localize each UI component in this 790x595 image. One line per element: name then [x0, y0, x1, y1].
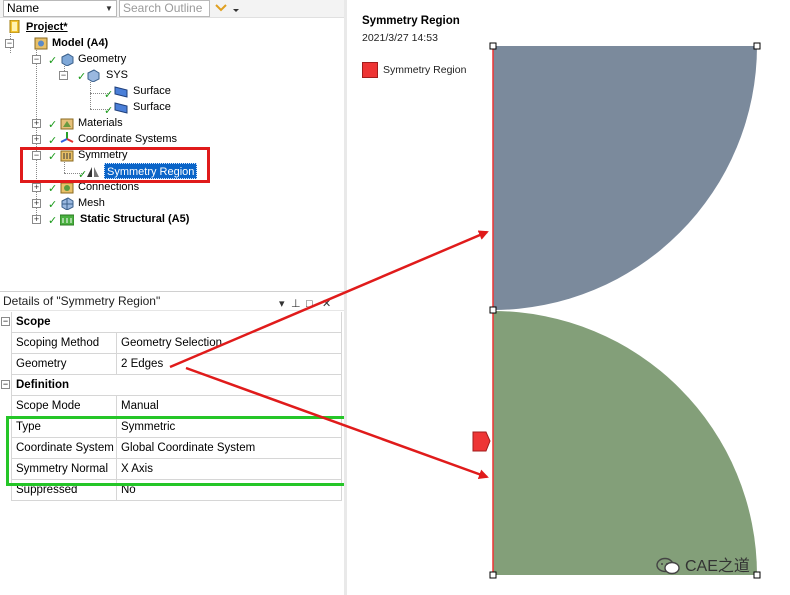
graphics-viewport[interactable]: Symmetry Region 2021/3/27 14:53 Symmetry… [347, 0, 790, 595]
expand-icon[interactable]: + [32, 215, 41, 224]
outline-toolbar: Name ▼ Search Outline [0, 0, 344, 18]
expand-icon[interactable]: + [32, 119, 41, 128]
check-icon: ✓ [48, 215, 58, 227]
tree-node-mesh[interactable]: + ✓ Mesh [0, 195, 344, 211]
geometry-icon [61, 53, 74, 66]
tree-node-sys[interactable]: − ✓ SYS [0, 67, 344, 83]
name-filter-combo[interactable]: Name ▼ [3, 0, 117, 17]
highlight-box-green [6, 416, 347, 486]
tree-label: Geometry [78, 53, 127, 65]
property-label: Geometry [11, 354, 117, 375]
filter-dropdown-button[interactable] [213, 0, 243, 17]
watermark: CAE之道 [655, 552, 750, 576]
tree-label: Materials [78, 117, 123, 129]
property-value[interactable]: 2 Edges [117, 354, 342, 375]
name-filter-label: Name [7, 1, 40, 15]
tree-node-model[interactable]: − Model (A4) [0, 35, 344, 51]
chevron-down-icon: ▼ [105, 4, 113, 13]
vertex-handle[interactable] [489, 571, 497, 579]
static-structural-icon [60, 214, 74, 226]
model-view [472, 42, 761, 579]
tree-node-static-structural[interactable]: + ✓ Static Structural (A5) [0, 211, 344, 227]
property-label: Scoping Method [11, 333, 117, 354]
details-row-geometry[interactable]: Geometry 2 Edges [0, 354, 342, 375]
highlight-box-red [20, 147, 210, 183]
part-icon [87, 69, 100, 82]
details-title: Details of "Symmetry Region" [3, 294, 161, 308]
tree-node-surface-1[interactable]: ✓ Surface [0, 83, 344, 101]
tree-label: SYS [106, 69, 129, 81]
details-row-scope-mode[interactable]: Scope Mode Manual [0, 396, 342, 417]
tree-label: Mesh [78, 197, 105, 209]
property-value[interactable]: Manual [117, 396, 342, 417]
tree-node-project[interactable]: Project* [0, 19, 344, 35]
expand-icon[interactable]: + [32, 183, 41, 192]
collapse-icon[interactable]: − [1, 380, 10, 389]
materials-icon [60, 118, 74, 130]
model-icon [34, 37, 48, 50]
collapse-icon[interactable]: − [59, 71, 68, 80]
collapse-icon[interactable]: − [32, 55, 41, 64]
tree-node-coordinate-systems[interactable]: + ✓ Coordinate Systems [0, 131, 344, 147]
collapse-icon[interactable]: − [1, 317, 10, 326]
expand-icon[interactable]: + [32, 199, 41, 208]
vertex-handle[interactable] [753, 571, 761, 579]
expand-icon[interactable]: + [32, 135, 41, 144]
outline-panel: Name ▼ Search Outline Project* − Model (… [0, 0, 347, 595]
tree-node-geometry[interactable]: − ✓ Geometry [0, 51, 344, 67]
tree-label: Project* [26, 21, 68, 33]
vertex-handle[interactable] [489, 306, 497, 314]
surface-icon [114, 86, 128, 98]
collapse-icon[interactable]: − [5, 39, 14, 48]
search-placeholder: Search Outline [123, 1, 203, 15]
lower-body[interactable] [493, 311, 757, 575]
filter-chevron-icon [215, 4, 239, 12]
category-definition[interactable]: − Definition [0, 375, 342, 396]
tree-label: Surface [133, 101, 171, 113]
wechat-icon [656, 557, 680, 575]
category-label: Definition [11, 375, 342, 396]
tree-node-materials[interactable]: + ✓ Materials [0, 115, 344, 131]
tree-node-surface-2[interactable]: ✓ Surface [0, 99, 344, 117]
property-value[interactable]: Geometry Selection [117, 333, 342, 354]
coordinate-systems-icon [60, 132, 74, 143]
watermark-text: CAE之道 [685, 558, 750, 575]
details-row-scoping-method[interactable]: Scoping Method Geometry Selection [0, 333, 342, 354]
vertex-handle[interactable] [489, 42, 497, 50]
vertex-handle[interactable] [753, 42, 761, 50]
tree-label: Model (A4) [52, 37, 109, 49]
tree-label: Coordinate Systems [78, 133, 178, 145]
search-outline-input[interactable]: Search Outline [119, 0, 210, 17]
category-label: Scope [11, 312, 342, 333]
tree-label: Static Structural (A5) [80, 213, 190, 225]
property-label: Scope Mode [11, 396, 117, 417]
upper-body[interactable] [493, 46, 757, 310]
surface-icon [114, 102, 128, 114]
project-icon [9, 20, 20, 33]
tree-label: Surface [133, 85, 171, 97]
category-scope[interactable]: − Scope [0, 312, 342, 333]
details-panel-header: Details of "Symmetry Region" ▾ ⊥ □ ✕ [0, 291, 344, 311]
symmetry-marker-icon [472, 431, 491, 452]
mesh-icon [61, 197, 74, 210]
